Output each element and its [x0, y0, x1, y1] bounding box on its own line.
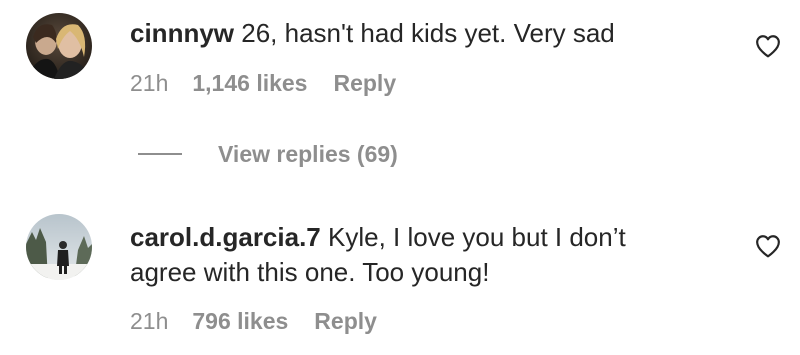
- comment-body: Kyle, I love you but I don’t: [320, 222, 626, 252]
- timestamp[interactable]: 21h: [130, 306, 168, 336]
- comment-item: cinnnyw 26, hasn't had kids yet. Very sa…: [0, 0, 800, 120]
- comment-meta: 21h 1,146 likes Reply: [130, 68, 396, 98]
- heart-icon[interactable]: [755, 234, 781, 258]
- username-link[interactable]: cinnnyw: [130, 18, 234, 48]
- reply-button[interactable]: Reply: [333, 68, 396, 98]
- divider: [138, 153, 182, 155]
- view-replies-label: View replies (69): [218, 140, 398, 167]
- comment-text-continued: agree with this one. Too young!: [130, 257, 490, 287]
- avatar[interactable]: [26, 214, 92, 280]
- reply-button[interactable]: Reply: [314, 306, 377, 336]
- heart-icon[interactable]: [755, 34, 781, 58]
- comment-text: carol.d.garcia.7 Kyle, I love you but I …: [130, 220, 626, 254]
- comment-body: 26, hasn't had kids yet. Very sad: [234, 18, 615, 48]
- comment-text: cinnnyw 26, hasn't had kids yet. Very sa…: [130, 16, 615, 50]
- timestamp[interactable]: 21h: [130, 68, 168, 98]
- avatar[interactable]: [26, 13, 92, 79]
- comment-item: carol.d.garcia.7 Kyle, I love you but I …: [0, 200, 800, 355]
- likes-count[interactable]: 796 likes: [192, 306, 288, 336]
- view-replies-button[interactable]: View replies (69): [138, 138, 398, 170]
- likes-count[interactable]: 1,146 likes: [192, 68, 307, 98]
- comment-meta: 21h 796 likes Reply: [130, 306, 377, 336]
- username-link[interactable]: carol.d.garcia.7: [130, 222, 321, 252]
